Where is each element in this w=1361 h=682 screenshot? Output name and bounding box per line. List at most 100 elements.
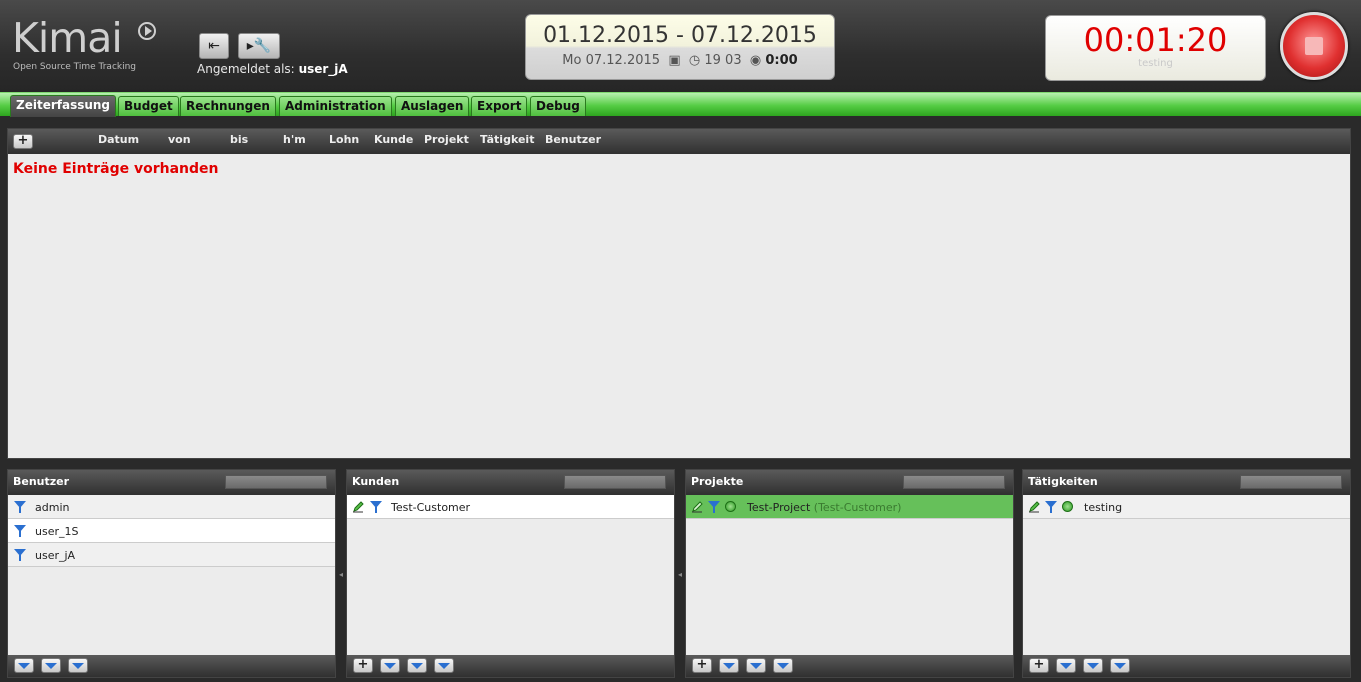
tab-bar: Zeiterfassung Budget Rechnungen Administ…	[0, 92, 1361, 117]
projects-panel: Projekte Test-Project (Test-Customer) +	[685, 469, 1014, 678]
login-label: Angemeldet als:	[197, 62, 295, 76]
filter-none-button[interactable]	[1083, 658, 1103, 673]
add-project-button[interactable]: +	[692, 658, 712, 673]
column-von[interactable]: von	[168, 133, 191, 146]
select-icon[interactable]	[1062, 501, 1073, 512]
column-datum[interactable]: Datum	[98, 133, 139, 146]
preferences-button[interactable]: ▸🔧	[238, 33, 280, 59]
header: Kimai Open Source Time Tracking ⇤ ▸🔧 Ang…	[0, 0, 1361, 92]
activities-search-input[interactable]	[1240, 475, 1342, 489]
filter-invert-button[interactable]	[773, 658, 793, 673]
tab-export[interactable]: Export	[471, 96, 528, 116]
activities-panel-header: Tätigkeiten	[1023, 470, 1350, 495]
collapse-arrow-icon[interactable]: ◂	[678, 570, 684, 582]
column-projekt[interactable]: Projekt	[424, 133, 469, 146]
filter-invert-button[interactable]	[434, 658, 454, 673]
empty-message: Keine Einträge vorhanden	[13, 161, 219, 177]
filter-icon[interactable]	[370, 501, 382, 513]
filter-all-button[interactable]	[719, 658, 739, 673]
login-info: Angemeldet als: user_jA	[197, 62, 348, 76]
customers-panel: Kunden Test-Customer +	[346, 469, 675, 678]
list-item[interactable]: user_jA	[8, 543, 335, 567]
filter-icon[interactable]	[14, 501, 26, 513]
filter-icon	[18, 663, 30, 669]
column-duration[interactable]: h'm	[283, 133, 306, 146]
stop-recording-button[interactable]	[1280, 12, 1348, 80]
tab-rechnungen[interactable]: Rechnungen	[180, 96, 276, 116]
select-icon[interactable]	[725, 501, 736, 512]
customers-panel-header: Kunden	[347, 470, 674, 495]
activities-panel: Tätigkeiten testing +	[1022, 469, 1351, 678]
date-range-box[interactable]: 01.12.2015 - 07.12.2015 Mo 07.12.2015 ▣ …	[525, 14, 835, 80]
timesheet-header: + Datum von bis h'm Lohn Kunde Projekt T…	[8, 129, 1350, 154]
projects-panel-footer: +	[686, 655, 1013, 677]
logo-subtitle: Open Source Time Tracking	[13, 62, 137, 72]
column-taetigkeit[interactable]: Tätigkeit	[480, 133, 534, 146]
clock-icon: ◷	[688, 53, 701, 68]
customers-panel-title: Kunden	[352, 475, 400, 488]
projects-panel-header: Projekte	[686, 470, 1013, 495]
filter-invert-button[interactable]	[1110, 658, 1130, 673]
filter-invert-button[interactable]	[68, 658, 88, 673]
tab-auslagen[interactable]: Auslagen	[395, 96, 470, 116]
tab-zeiterfassung[interactable]: Zeiterfassung	[10, 95, 117, 117]
projects-panel-title: Projekte	[691, 475, 744, 488]
filter-all-button[interactable]	[1056, 658, 1076, 673]
add-activity-button[interactable]: +	[1029, 658, 1049, 673]
activities-panel-title: Tätigkeiten	[1028, 475, 1098, 488]
date-range[interactable]: 01.12.2015 - 07.12.2015	[526, 23, 834, 48]
filter-icon[interactable]	[14, 549, 26, 561]
list-item[interactable]: admin	[8, 495, 335, 519]
add-entry-button[interactable]: +	[13, 134, 33, 149]
users-panel-footer	[8, 655, 335, 677]
list-item-label: admin	[35, 501, 70, 514]
tab-budget[interactable]: Budget	[118, 96, 179, 116]
filter-icon	[777, 663, 789, 669]
list-item[interactable]: Test-Customer	[347, 495, 674, 519]
list-item[interactable]: Test-Project (Test-Customer)	[686, 495, 1013, 519]
filter-icon	[1114, 663, 1126, 669]
filter-all-button[interactable]	[380, 658, 400, 673]
filter-icon	[384, 663, 396, 669]
date-info: Mo 07.12.2015 ▣ ◷ 19 03 ◉ 0:00	[526, 53, 834, 68]
list-item[interactable]: testing	[1023, 495, 1350, 519]
calendar-icon[interactable]: ▣	[664, 53, 685, 68]
project-name: Test-Project	[747, 501, 811, 514]
projects-search-input[interactable]	[903, 475, 1005, 489]
logout-button[interactable]: ⇤	[199, 33, 229, 59]
column-lohn[interactable]: Lohn	[329, 133, 359, 146]
customers-panel-footer: +	[347, 655, 674, 677]
list-item-label: Test-Customer	[391, 501, 471, 514]
logout-icon: ⇤	[208, 38, 220, 54]
edit-icon[interactable]	[1028, 501, 1040, 513]
eye-icon: ◉	[745, 53, 762, 68]
edit-icon[interactable]	[691, 501, 703, 513]
filter-none-button[interactable]	[407, 658, 427, 673]
logo: Kimai Open Source Time Tracking	[12, 18, 156, 72]
tab-administration[interactable]: Administration	[279, 96, 392, 116]
filter-none-button[interactable]	[41, 658, 61, 673]
column-kunde[interactable]: Kunde	[374, 133, 413, 146]
filter-icon[interactable]	[1045, 501, 1057, 513]
list-item-label: Test-Project (Test-Customer)	[747, 501, 901, 514]
timer-display: 00:01:20	[1083, 21, 1228, 59]
filter-icon	[45, 663, 57, 669]
users-panel-title: Benutzer	[13, 475, 70, 488]
filter-icon[interactable]	[14, 525, 26, 537]
filter-all-button[interactable]	[14, 658, 34, 673]
filter-icon[interactable]	[708, 501, 720, 513]
tab-debug[interactable]: Debug	[530, 96, 586, 116]
activities-panel-footer: +	[1023, 655, 1350, 677]
collapse-arrow-icon[interactable]: ◂	[339, 570, 345, 582]
list-item[interactable]: user_1S	[8, 519, 335, 543]
users-search-input[interactable]	[225, 475, 327, 489]
filter-none-button[interactable]	[746, 658, 766, 673]
column-bis[interactable]: bis	[230, 133, 248, 146]
list-item-label: user_jA	[35, 549, 76, 562]
column-benutzer[interactable]: Benutzer	[545, 133, 601, 146]
customers-search-input[interactable]	[564, 475, 666, 489]
filter-icon	[1060, 663, 1072, 669]
edit-icon[interactable]	[352, 501, 364, 513]
add-customer-button[interactable]: +	[353, 658, 373, 673]
login-user: user_jA	[298, 62, 348, 76]
